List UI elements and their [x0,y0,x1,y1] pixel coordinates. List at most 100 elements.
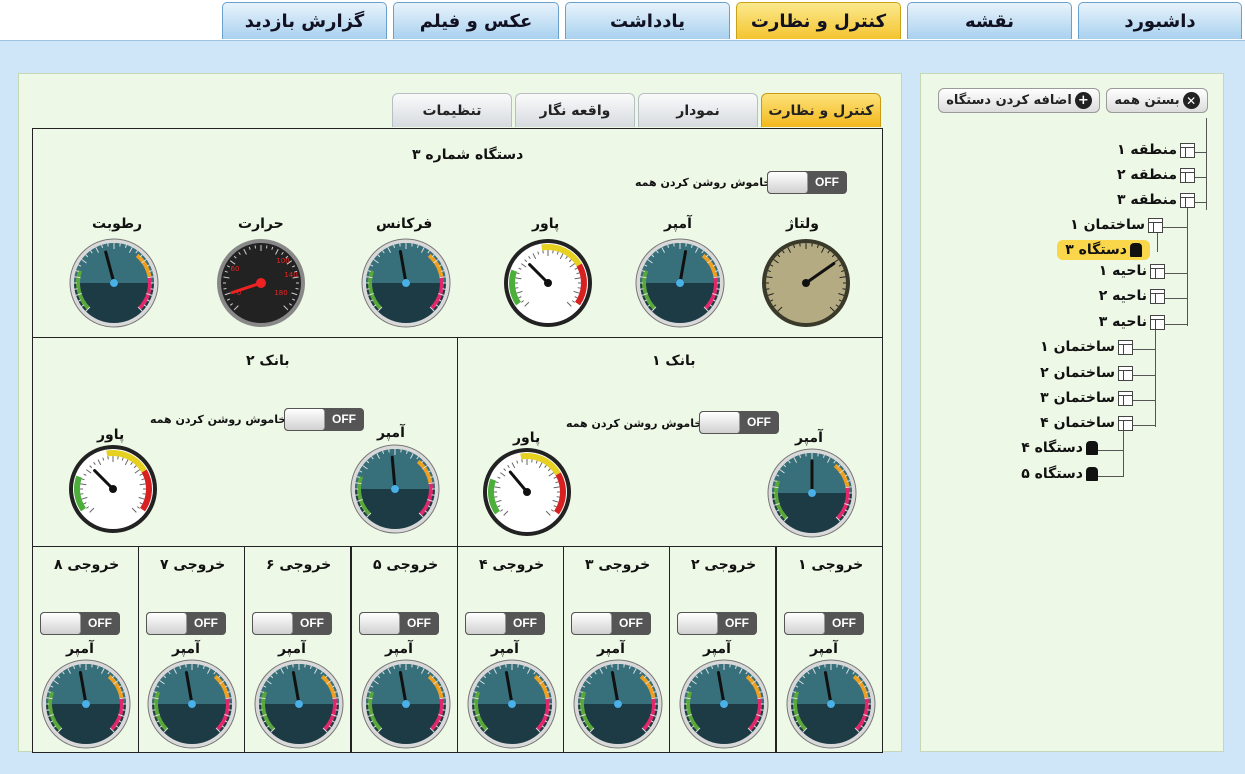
tree-node[interactable]: منطقه ۳ [1117,192,1195,208]
node-icon [1180,142,1195,158]
bank2-toggle-label: خاموش روشن کردن همه [150,413,287,426]
tree-label: ناحیه ۲ [1098,288,1147,304]
node-icon [1150,314,1165,330]
tab-notes[interactable]: یادداشت [565,2,730,39]
bank2-ampere-label: آمپر [377,425,405,441]
device-title: دستگاه شماره ۳ [412,147,524,163]
tree-node[interactable]: ساختمان ۱ [1070,217,1163,233]
output-ampere-label: آمپر [597,641,625,657]
subtab-chart[interactable]: نمودار [638,93,758,127]
voltage-label: ولتاژ [786,216,819,232]
output-title: خروجی ۱ [798,557,864,573]
bank2-title: بانک ۲ [246,353,290,369]
bank2-power-label: پاور [97,427,125,443]
tree-node[interactable]: ناحیه ۳ [1099,314,1165,330]
output-toggle[interactable]: OFF [252,612,332,635]
device-icon [1130,243,1142,257]
tab-report[interactable]: گزارش بازدید [222,2,387,39]
tree-label: منطقه ۳ [1116,192,1177,208]
tab-dashboard[interactable]: داشبورد [1078,2,1242,39]
node-icon [1118,390,1133,406]
tree-connector [1098,476,1123,477]
tree-label: دستگاه ۴ [1021,440,1083,456]
add-device-label: اضافه کردن دستگاه [946,93,1072,108]
tree-node[interactable]: ساختمان ۱ [1040,339,1133,355]
tree-node[interactable]: ساختمان ۳ [1040,390,1133,406]
tree-connector [1133,400,1155,401]
tree-node[interactable]: ساختمان ۲ [1040,365,1133,381]
output-ampere-label: آمپر [278,641,306,657]
subtab-control[interactable]: کنترل و نظارت [761,93,881,127]
tree-connector [1133,425,1155,426]
tree-label: دستگاه ۳ [1065,242,1127,258]
close-all-button[interactable]: ✕ بستن همه [1106,88,1208,113]
output-title: خروجی ۸ [54,557,120,573]
output-toggle[interactable]: OFF [40,612,120,635]
output-toggle[interactable]: OFF [784,612,864,635]
tree-node[interactable]: منطقه ۱ [1117,142,1195,158]
tree-label: منطقه ۱ [1116,142,1177,158]
node-icon [1180,192,1195,208]
output-ampere-label: آمپر [172,641,200,657]
output-title: خروجی ۳ [585,557,651,573]
close-all-label: بستن همه [1114,93,1180,108]
output-toggle[interactable]: OFF [571,612,651,635]
toggle-all-label: خاموش روشن کردن همه [635,176,772,189]
node-icon [1148,217,1163,233]
node-icon [1150,288,1165,304]
tree-label: ساختمان ۱ [1040,339,1115,355]
tree-connector [1155,324,1156,427]
frequency-label: فرکانس [376,216,433,232]
tree-connector [1165,298,1187,299]
bank1-ampere-label: آمپر [795,430,823,446]
output-toggle[interactable]: OFF [146,612,226,635]
device-icon [1086,441,1098,455]
subtab-events[interactable]: واقعه نگار [515,93,635,127]
temperature-label: حرارت [238,216,284,232]
tree-label: ناحیه ۱ [1098,263,1147,279]
device-icon [1086,467,1098,481]
device-toggle[interactable]: OFF [767,171,847,194]
output-toggle[interactable]: OFF [359,612,439,635]
tree-node[interactable]: ناحیه ۱ [1099,263,1165,279]
output-title: خروجی ۴ [479,557,545,573]
bank1-toggle-label: خاموش روشن کردن همه [566,417,703,430]
output-ampere-label: آمپر [703,641,731,657]
bank1-toggle[interactable]: OFF [699,411,779,434]
tree-connector [1098,450,1123,451]
tree-label: ساختمان ۳ [1040,390,1115,406]
output-ampere-label: آمپر [66,641,94,657]
tree-device[interactable]: دستگاه ۳ [1057,240,1150,260]
power-label: پاور [532,216,560,232]
bank1-title: بانک ۱ [652,353,696,369]
tree-connector [1163,227,1187,228]
tree-device[interactable]: دستگاه ۴ [1021,440,1098,456]
ampere-label: آمپر [664,216,692,232]
output-ampere-label: آمپر [385,641,413,657]
tree-node[interactable]: منطقه ۲ [1117,167,1195,183]
bank2-toggle[interactable]: OFF [284,408,364,431]
humidity-label: رطوبت [92,216,143,232]
output-toggle[interactable]: OFF [465,612,545,635]
close-circle-icon: ✕ [1182,92,1200,109]
bank2-panel [32,337,458,547]
tree-device[interactable]: دستگاه ۵ [1021,466,1098,482]
output-toggle[interactable]: OFF [677,612,757,635]
output-ampere-label: آمپر [491,641,519,657]
tree-node[interactable]: ساختمان ۴ [1040,415,1133,431]
output-title: خروجی ۵ [373,557,439,573]
tab-map[interactable]: نقشه [907,2,1072,39]
tree-connector [1187,202,1188,326]
tree-node[interactable]: ناحیه ۲ [1099,288,1165,304]
output-title: خروجی ۷ [160,557,226,573]
node-icon [1118,339,1133,355]
tree-connector [1133,375,1155,376]
tree-connector [1206,118,1207,210]
tab-control[interactable]: کنترل و نظارت [736,2,901,39]
node-icon [1118,365,1133,381]
add-device-button[interactable]: + اضافه کردن دستگاه [938,88,1100,113]
subtab-settings[interactable]: تنظیمات [392,93,512,127]
tab-media[interactable]: عکس و فیلم [393,2,559,39]
tree-connector [1123,425,1124,477]
tree-connector [1133,349,1155,350]
